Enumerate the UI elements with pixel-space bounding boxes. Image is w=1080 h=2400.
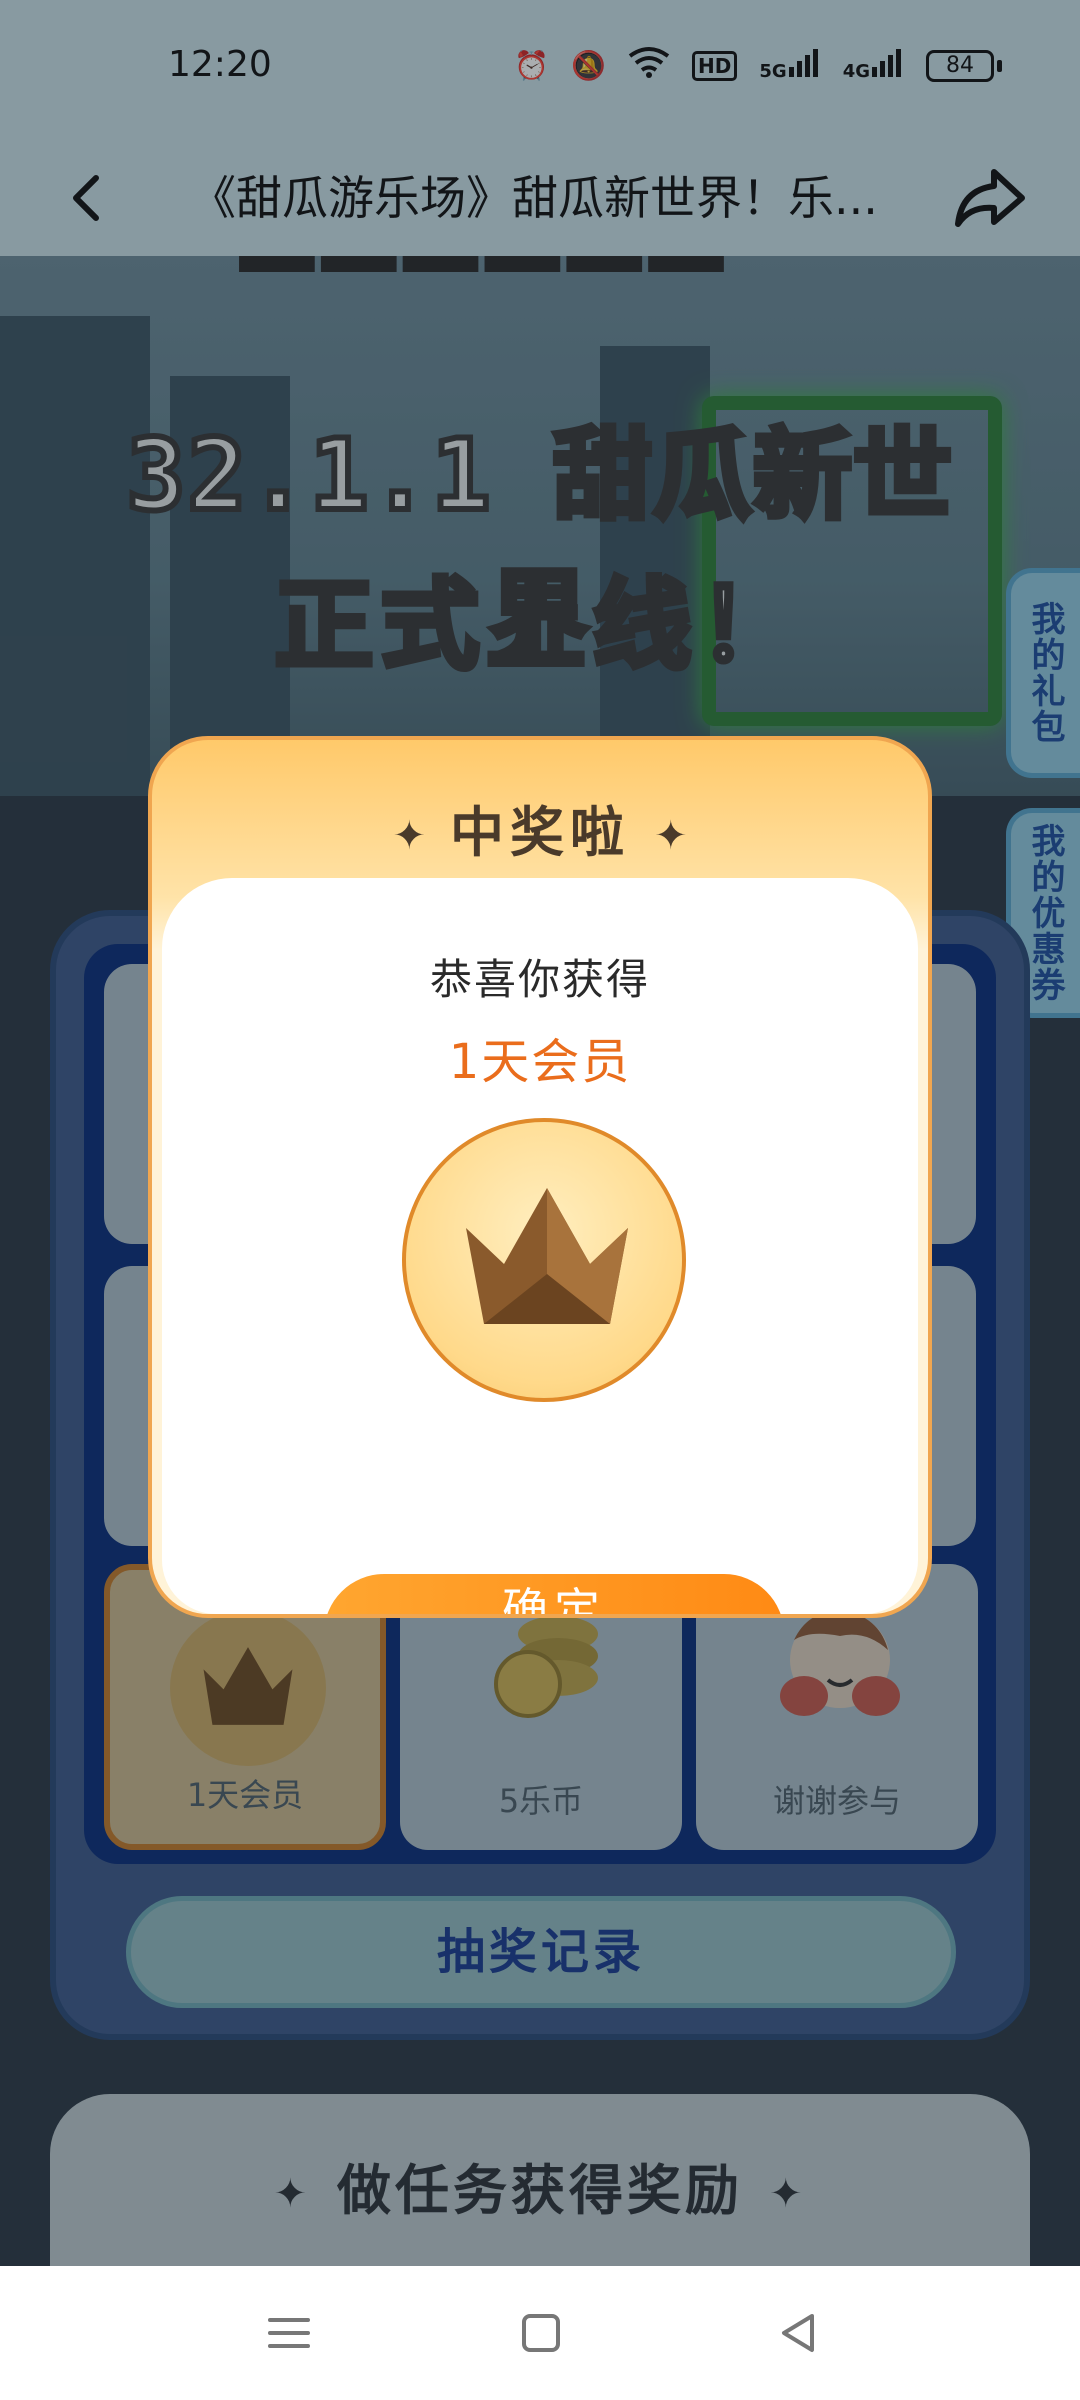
menu-icon	[268, 2318, 310, 2348]
crown-icon	[466, 1188, 628, 1324]
congrats-text: 恭喜你获得	[429, 955, 650, 1004]
home-icon	[522, 2314, 560, 2352]
prize-name: 1天会员	[448, 1034, 632, 1090]
sparkle-icon: ✦	[392, 813, 426, 860]
home-button[interactable]	[514, 2308, 568, 2358]
modal-header: ✦ 中奖啦 ✦	[152, 788, 928, 867]
confirm-button[interactable]: 确定	[324, 1574, 784, 1614]
sparkle-icon: ✦	[654, 813, 688, 860]
back-triangle-icon	[782, 2314, 814, 2352]
prize-badge	[402, 1118, 686, 1402]
back-nav-button[interactable]	[772, 2308, 826, 2358]
prize-modal: ✦ 中奖啦 ✦ 恭喜你获得 1天会员 确定	[148, 736, 932, 1618]
system-nav-bar	[0, 2266, 1080, 2400]
menu-button[interactable]	[262, 2308, 316, 2358]
modal-body: 恭喜你获得 1天会员 确定	[162, 878, 918, 1614]
modal-header-text: 中奖啦	[450, 801, 630, 864]
